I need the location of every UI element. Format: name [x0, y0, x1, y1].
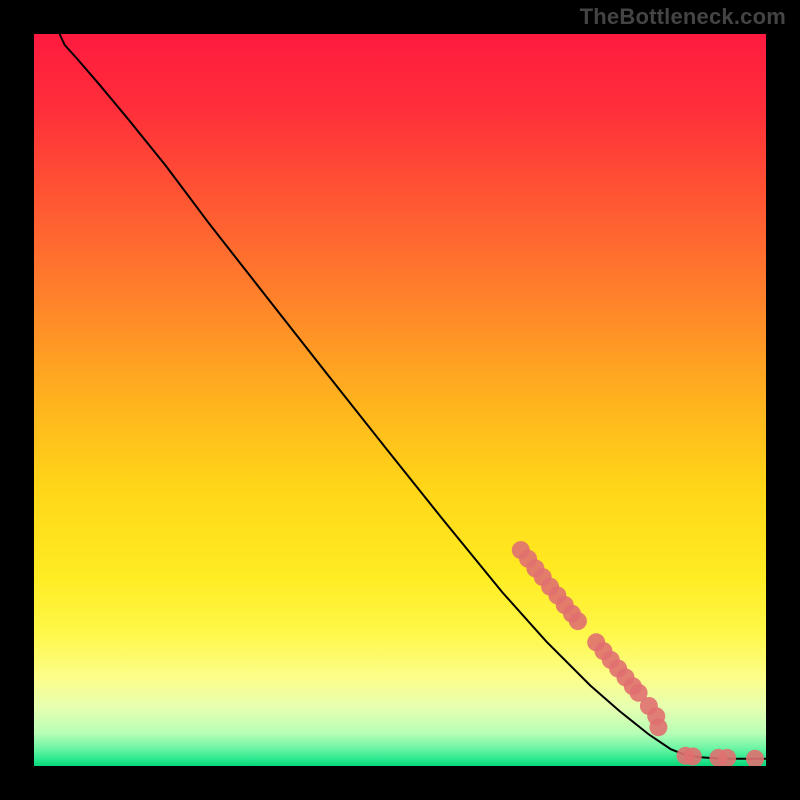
plot-area	[34, 34, 766, 766]
gradient-background	[34, 34, 766, 766]
data-point	[569, 612, 587, 630]
gradient-chart	[34, 34, 766, 766]
data-point	[684, 748, 702, 766]
watermark-label: TheBottleneck.com	[580, 4, 786, 30]
data-point	[649, 718, 667, 736]
chart-frame: TheBottleneck.com	[0, 0, 800, 800]
